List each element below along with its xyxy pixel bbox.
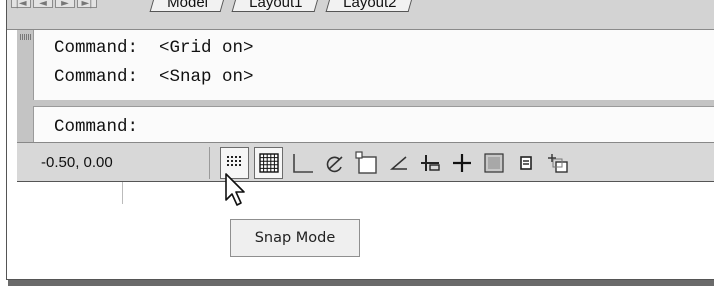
command-line-input[interactable]: Command: [33, 106, 714, 142]
object-snap-tracking-icon [389, 153, 409, 173]
status-bar: -0.50, 0.00 [17, 142, 714, 182]
lineweight-icon [483, 152, 505, 174]
ortho-mode-icon [291, 152, 315, 174]
previous-tab-button[interactable]: ◄ [33, 0, 53, 9]
command-history-line: Command: <Grid on> [54, 38, 254, 58]
object-snap-button[interactable] [352, 147, 381, 179]
tab-layout1[interactable]: Layout1 [231, 0, 322, 12]
command-window-grip[interactable] [20, 34, 32, 40]
object-snap-icon [354, 151, 379, 175]
dynamic-input-icon [451, 152, 473, 174]
status-separator [209, 147, 210, 179]
polar-tracking-button[interactable] [320, 147, 349, 179]
grid-display-icon [258, 152, 280, 174]
first-tab-button[interactable]: |◄ [11, 0, 31, 9]
ortho-mode-button[interactable] [288, 147, 317, 179]
selection-cycling-icon [547, 152, 569, 174]
last-tab-button[interactable]: ►| [77, 0, 97, 9]
layout-tab-strip: |◄ ◄ ► ►| Model Layout1 Layout2 [7, 0, 714, 30]
dynamic-input-button[interactable] [447, 147, 476, 179]
quick-properties-icon [516, 153, 536, 173]
command-window: Command: <Grid on> Command: <Snap on> Co… [17, 30, 714, 142]
tab-model[interactable]: Model [149, 0, 228, 12]
coordinate-display[interactable]: -0.50, 0.00 [41, 154, 113, 171]
snap-mode-tooltip: Snap Mode [230, 219, 360, 257]
autocad-window: |◄ ◄ ► ►| Model Layout1 Layout2 Command:… [6, 0, 714, 280]
tab-layout2[interactable]: Layout2 [325, 0, 416, 12]
window-shadow [8, 280, 714, 286]
drawing-area-line [122, 182, 123, 204]
command-history-line: Command: <Snap on> [54, 67, 254, 87]
dynamic-ucs-button[interactable] [415, 147, 444, 179]
polar-tracking-icon [325, 153, 345, 173]
mouse-pointer-icon [224, 172, 248, 214]
quick-properties-button[interactable] [511, 147, 540, 179]
next-tab-button[interactable]: ► [55, 0, 75, 9]
grid-display-button[interactable] [254, 147, 283, 179]
lineweight-button[interactable] [479, 147, 508, 179]
selection-cycling-button[interactable] [543, 147, 572, 179]
command-history[interactable]: Command: <Grid on> Command: <Snap on> [33, 30, 714, 100]
snap-mode-icon [225, 153, 245, 173]
object-snap-tracking-button[interactable] [384, 147, 413, 179]
dynamic-ucs-icon [419, 152, 441, 174]
command-prompt: Command: [54, 117, 139, 137]
